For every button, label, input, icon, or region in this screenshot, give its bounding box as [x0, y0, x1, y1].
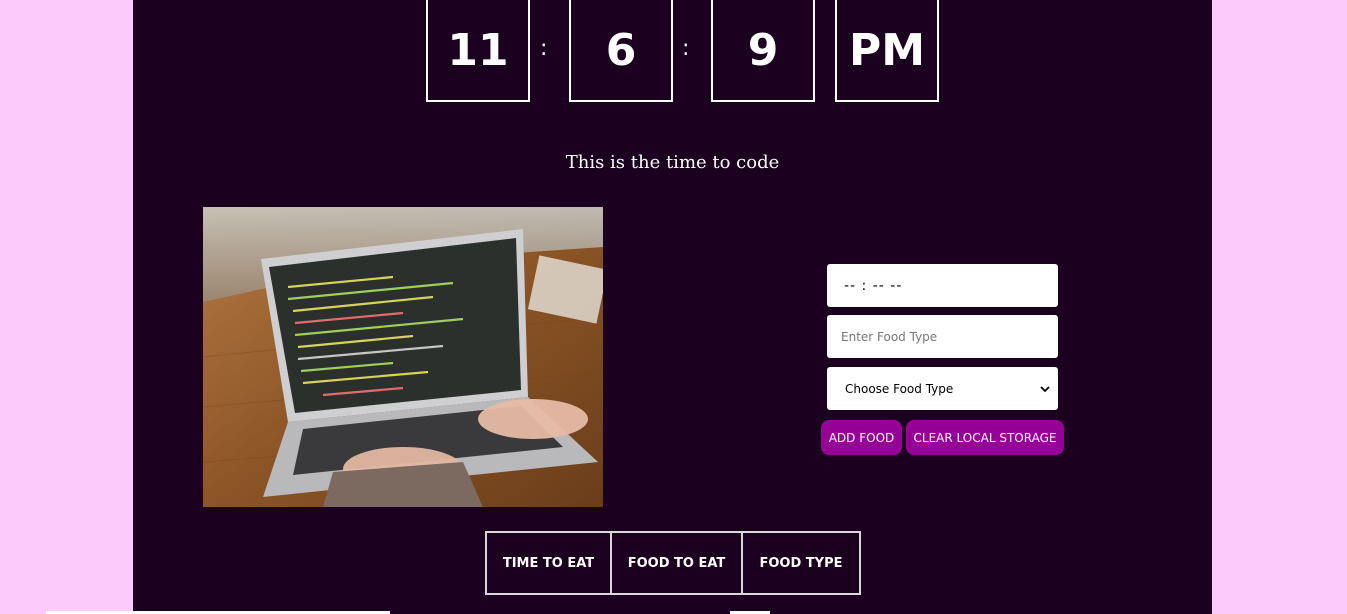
clock-hours: 11 [426, 0, 530, 102]
clock-period: PM [835, 0, 939, 102]
column-header-time: TIME TO EAT [502, 555, 595, 571]
food-table-header: TIME TO EAT FOOD TO EAT FOOD TYPE [485, 531, 861, 595]
clock-separator: : [540, 36, 548, 61]
clock-minutes: 6 [569, 0, 673, 102]
column-header-food: FOOD TO EAT [610, 533, 741, 593]
laptop-coding-photo [203, 207, 603, 507]
clear-storage-button[interactable]: CLEAR LOCAL STORAGE [906, 420, 1064, 455]
column-header-type: FOOD TYPE [741, 533, 859, 593]
food-type-select[interactable]: Choose Food Type [827, 367, 1058, 410]
clock-separator: : [682, 36, 690, 61]
time-input[interactable]: -- : -- -- [827, 264, 1058, 307]
select-value: Choose Food Type [845, 381, 954, 396]
main-panel: 11 : 6 : 9 PM This is the time to code -… [133, 0, 1212, 614]
status-message: This is the time to code [565, 152, 780, 173]
chevron-down-icon [1040, 382, 1050, 396]
food-type-input[interactable] [827, 315, 1058, 358]
clock-seconds: 9 [711, 0, 815, 102]
add-food-button[interactable]: ADD FOOD [821, 420, 902, 455]
